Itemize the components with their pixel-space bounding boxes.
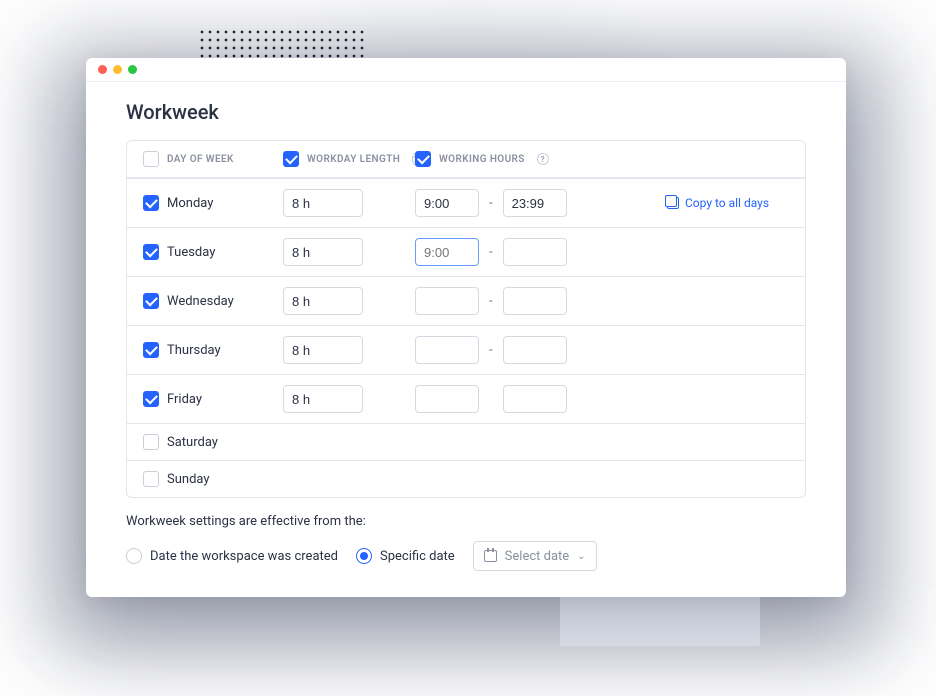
- app-window: Workweek DAY OF WEEK WORKDAY LENGTH ? WO…: [86, 58, 846, 597]
- toggle-workday-length-checkbox[interactable]: [283, 151, 299, 167]
- select-all-checkbox[interactable]: [143, 151, 159, 167]
- effective-from-specific-option[interactable]: Specific date: [356, 548, 455, 564]
- end-time-input[interactable]: [503, 189, 567, 217]
- window-titlebar: [86, 58, 846, 82]
- day-row-monday: Monday - Copy to all days: [127, 178, 805, 227]
- effective-from-options: Date the workspace was created Specific …: [126, 541, 806, 571]
- effective-from-label: Workweek settings are effective from the…: [126, 514, 806, 529]
- decorative-blob: [560, 596, 760, 646]
- day-label: Monday: [167, 196, 213, 211]
- day-row-thursday: Thursday -: [127, 325, 805, 374]
- day-checkbox[interactable]: [143, 342, 159, 358]
- dash-icon: -: [489, 196, 493, 211]
- close-icon[interactable]: [98, 65, 107, 74]
- toggle-working-hours-checkbox[interactable]: [415, 151, 431, 167]
- day-label: Sunday: [167, 472, 210, 487]
- radio-label: Date the workspace was created: [150, 549, 338, 564]
- dash-icon: -: [489, 294, 493, 309]
- table-header: DAY OF WEEK WORKDAY LENGTH ? WORKING HOU…: [127, 141, 805, 178]
- day-checkbox[interactable]: [143, 195, 159, 211]
- select-date-placeholder: Select date: [505, 549, 570, 564]
- dash-icon: -: [489, 245, 493, 260]
- day-checkbox[interactable]: [143, 244, 159, 260]
- header-day: DAY OF WEEK: [167, 154, 234, 165]
- day-checkbox[interactable]: [143, 391, 159, 407]
- day-row-tuesday: Tuesday -: [127, 227, 805, 276]
- day-label: Thursday: [167, 343, 221, 358]
- workday-length-input[interactable]: [283, 336, 363, 364]
- workweek-table: DAY OF WEEK WORKDAY LENGTH ? WORKING HOU…: [126, 140, 806, 498]
- workday-length-input[interactable]: [283, 385, 363, 413]
- day-row-friday: Friday -: [127, 374, 805, 423]
- header-length: WORKDAY LENGTH: [307, 154, 400, 165]
- day-label: Wednesday: [167, 294, 234, 309]
- end-time-input[interactable]: [503, 287, 567, 315]
- copy-label: Copy to all days: [685, 196, 769, 210]
- radio-icon: [356, 548, 372, 564]
- calendar-icon: [484, 550, 497, 562]
- day-label: Saturday: [167, 435, 218, 450]
- minimize-icon[interactable]: [113, 65, 122, 74]
- page-title: Workweek: [126, 100, 806, 124]
- end-time-input[interactable]: [503, 238, 567, 266]
- select-date-dropdown[interactable]: Select date ⌄: [473, 541, 597, 571]
- radio-icon: [126, 548, 142, 564]
- copy-icon: [667, 197, 679, 209]
- chevron-down-icon: ⌄: [577, 551, 585, 562]
- maximize-icon[interactable]: [128, 65, 137, 74]
- day-row-saturday: Saturday: [127, 423, 805, 460]
- effective-from-created-option[interactable]: Date the workspace was created: [126, 548, 338, 564]
- day-checkbox[interactable]: [143, 293, 159, 309]
- help-icon[interactable]: ?: [537, 153, 549, 165]
- workday-length-input[interactable]: [283, 287, 363, 315]
- start-time-input[interactable]: [415, 385, 479, 413]
- workday-length-input[interactable]: [283, 238, 363, 266]
- dash-icon: -: [489, 343, 493, 358]
- day-label: Friday: [167, 392, 202, 407]
- header-hours: WORKING HOURS: [439, 154, 525, 165]
- day-row-sunday: Sunday: [127, 460, 805, 497]
- day-checkbox[interactable]: [143, 434, 159, 450]
- day-checkbox[interactable]: [143, 471, 159, 487]
- end-time-input[interactable]: [503, 336, 567, 364]
- day-label: Tuesday: [167, 245, 215, 260]
- workday-length-input[interactable]: [283, 189, 363, 217]
- day-row-wednesday: Wednesday -: [127, 276, 805, 325]
- start-time-input[interactable]: [415, 287, 479, 315]
- copy-to-all-days-button[interactable]: Copy to all days: [667, 196, 789, 210]
- start-time-input[interactable]: [415, 336, 479, 364]
- start-time-input[interactable]: [415, 189, 479, 217]
- start-time-input[interactable]: [415, 238, 479, 266]
- radio-label: Specific date: [380, 549, 455, 564]
- end-time-input[interactable]: [503, 385, 567, 413]
